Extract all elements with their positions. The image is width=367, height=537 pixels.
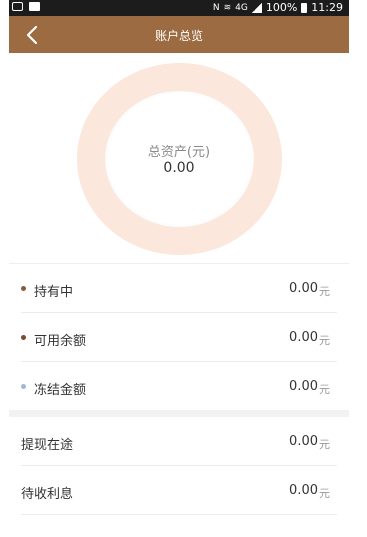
item-label: 可用余额 [34,334,87,349]
nfc-icon: N [212,3,220,13]
total-assets-value: 0.00 [163,160,195,176]
other-amounts-list: 提现在途 0.00 元 待收利息 0.00 元 [9,417,349,515]
asset-summary: 总资产(元) 0.00 [9,53,349,262]
holdings-list: 持有中 0.00 元 可用余额 0.00 元 冻结金额 0.00 元 [9,263,349,411]
item-label: 提现在途 [21,438,74,453]
status-bar: N ≋ 4G 100% 11:29 [9,0,349,16]
item-unit: 元 [319,487,330,500]
battery-percent: 100% [265,1,298,14]
item-value: 0.00 [289,330,318,345]
item-unit: 元 [319,334,330,347]
list-item: 冻结金额 0.00 元 [9,362,349,411]
divider [21,514,337,515]
nav-header: 账户总览 [9,16,349,53]
battery-icon [301,3,308,13]
legend-dot [21,384,26,389]
app-screen: N ≋ 4G 100% 11:29 账户总览 总资产(元) 0.00 持有中 0… [9,0,349,537]
list-item: 持有中 0.00 元 [9,264,349,313]
signal-icon [251,3,262,13]
message-icon [12,2,23,11]
item-value: 0.00 [289,379,318,394]
clock: 11:29 [311,1,343,14]
wifi-icon: ≋ [223,3,232,13]
item-label: 持有中 [34,285,74,300]
legend-dot [21,335,26,340]
legend-dot [21,286,26,291]
item-label: 冻结金额 [34,383,87,398]
item-unit: 元 [319,285,330,298]
item-value: 0.00 [289,434,318,449]
item-value: 0.00 [289,483,318,498]
image-icon [29,2,40,11]
list-item: 可用余额 0.00 元 [9,313,349,362]
item-label: 待收利息 [21,487,74,502]
section-gap [9,410,349,417]
list-item: 提现在途 0.00 元 [9,417,349,466]
network-label: 4G [235,3,248,13]
item-value: 0.00 [289,281,318,296]
item-unit: 元 [319,438,330,451]
page-title: 账户总览 [154,29,203,43]
list-item: 待收利息 0.00 元 [9,466,349,515]
total-assets-label: 总资产(元) [147,145,211,160]
item-unit: 元 [319,383,330,396]
